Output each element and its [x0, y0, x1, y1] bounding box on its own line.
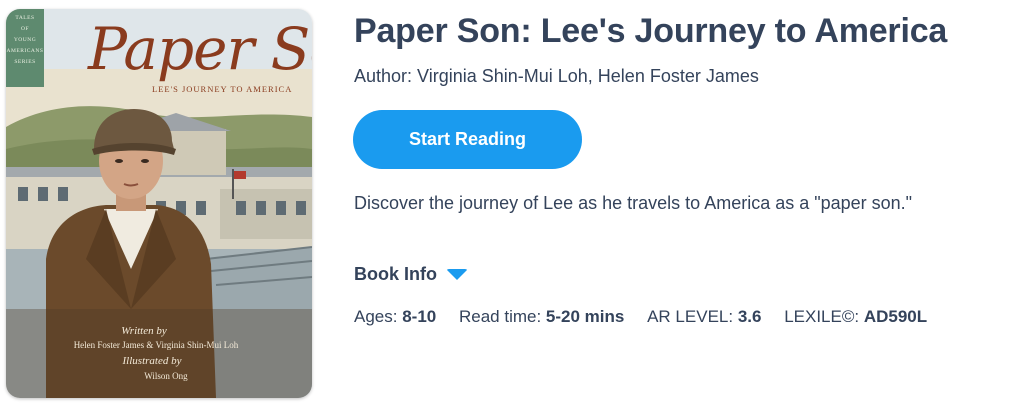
cover-authors: Helen Foster James & Virginia Shin-Mui L…: [73, 340, 239, 350]
meta-ages: Ages: 8-10: [354, 307, 441, 326]
cover-series-line: SERIES: [14, 59, 36, 65]
book-info-label: Book Info: [354, 264, 437, 284]
cover-series-line: TALES: [15, 15, 35, 21]
book-meta: Ages: 8-10 Read time: 5-20 mins AR LEVEL…: [354, 307, 927, 327]
meta-ar-label: AR LEVEL:: [647, 307, 734, 326]
meta-lexile: LEXILE©: AD590L: [784, 307, 927, 326]
meta-read-time-label: Read time:: [458, 307, 542, 326]
meta-ar-value: 3.6: [737, 307, 762, 326]
book-description: Discover the journey of Lee as he travel…: [354, 193, 913, 213]
cover-illustrator: Wilson Ong: [144, 371, 188, 381]
cover-title: Paper Son: [88, 15, 312, 83]
book-info-toggle[interactable]: Book Info: [354, 264, 468, 285]
meta-read-time: Read time: 5-20 mins: [459, 307, 629, 326]
meta-read-time-value: 5-20 mins: [545, 307, 625, 326]
book-author: Author: Virginia Shin-Mui Loh, Helen Fos…: [354, 66, 759, 86]
meta-ar-level: AR LEVEL: 3.6: [647, 307, 766, 326]
cover-subtitle: LEE'S JOURNEY TO AMERICA: [152, 84, 293, 94]
start-reading-button[interactable]: Start Reading: [353, 110, 582, 169]
cover-series-line: OF: [20, 26, 30, 32]
meta-ages-label: Ages:: [354, 307, 398, 326]
cover-series-badge: TALES OF YOUNG AMERICANS SERIES: [6, 9, 44, 87]
book-cover[interactable]: TALES OF YOUNG AMERICANS SERIES Paper So…: [6, 9, 312, 398]
cover-written-by: Written by: [121, 325, 167, 337]
book-title: Paper Son: Lee's Journey to America: [354, 12, 948, 50]
book-detail-page: TALES OF YOUNG AMERICANS SERIES Paper So…: [0, 0, 1024, 412]
cover-series-line: YOUNG: [13, 37, 37, 43]
cover-series-line: AMERICANS: [6, 48, 44, 54]
meta-lexile-value: AD590L: [863, 307, 928, 326]
cover-illustrated-by: Illustrated by: [122, 355, 182, 367]
chevron-down-icon: [446, 269, 468, 280]
meta-lexile-label: LEXILE©:: [784, 307, 860, 326]
meta-ages-value: 8-10: [402, 307, 437, 326]
